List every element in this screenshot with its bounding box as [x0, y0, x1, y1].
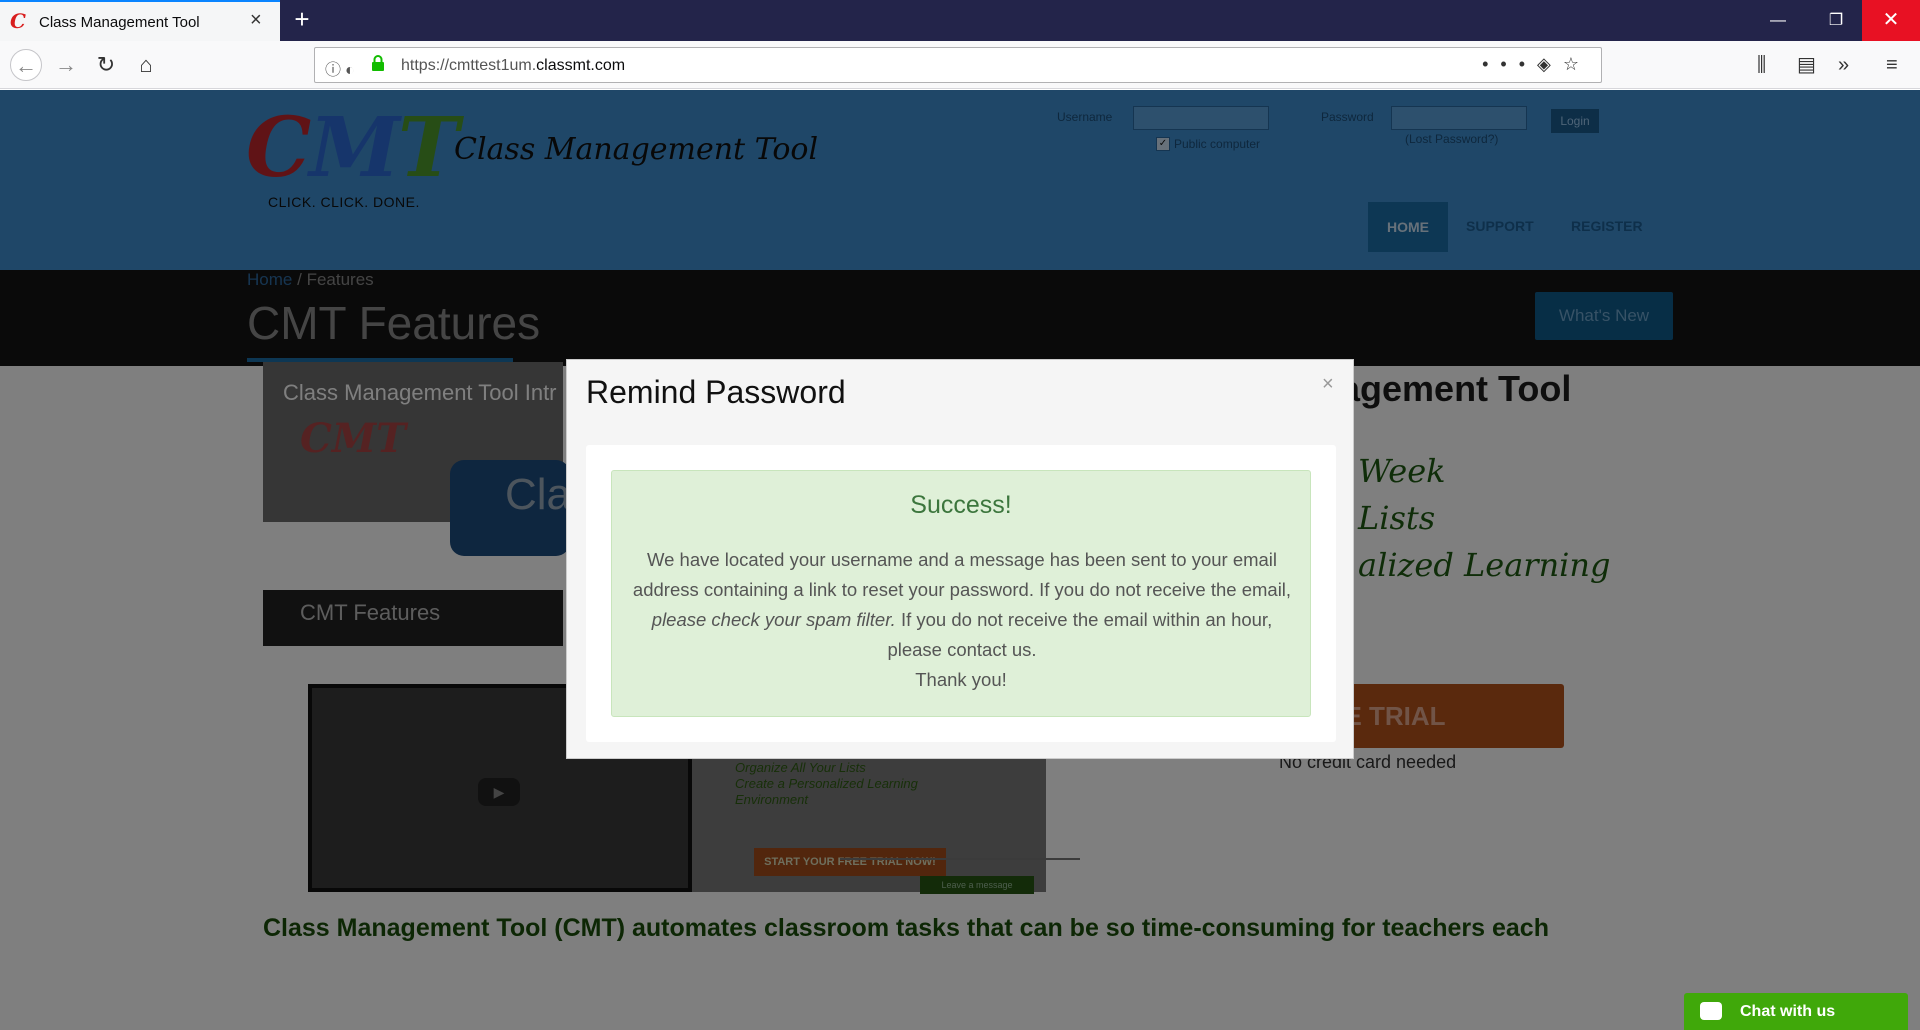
browser-titlebar: C Class Management Tool × + — ❐ ✕ — [0, 0, 1920, 41]
back-icon[interactable]: ← — [10, 49, 42, 81]
tab-close-icon[interactable]: × — [250, 10, 262, 30]
site-info-icon[interactable]: ⓘ◐ — [325, 56, 359, 80]
chat-bubble-icon — [1700, 1002, 1722, 1020]
new-tab-button[interactable]: + — [288, 6, 316, 34]
overflow-chevron-icon[interactable]: » — [1838, 53, 1849, 77]
window-close-button[interactable]: ✕ — [1862, 0, 1920, 41]
tab-title: Class Management Tool — [39, 14, 200, 31]
window-minimize-button[interactable]: — — [1749, 0, 1807, 41]
alert-thanks: Thank you! — [915, 669, 1007, 690]
modal-title: Remind Password — [586, 374, 846, 410]
hamburger-menu-icon[interactable]: ≡ — [1886, 53, 1898, 77]
spam-filter-note: please check your spam filter. — [651, 609, 896, 630]
chat-widget[interactable]: Chat with us — [1684, 993, 1908, 1030]
chat-label: Chat with us — [1740, 1003, 1836, 1020]
window-restore-button[interactable]: ❐ — [1807, 0, 1865, 41]
forward-icon[interactable]: → — [50, 49, 82, 81]
modal-body: Success! We have located your username a… — [586, 445, 1336, 742]
lock-icon — [372, 55, 384, 71]
alert-heading: Success! — [910, 491, 1012, 519]
browser-toolbar: ← → ↻ ⌂ ⓘ◐ https://cmttest1um.classmt.co… — [0, 41, 1920, 89]
page-actions: •••◈☆ — [1482, 54, 1591, 75]
reload-icon[interactable]: ↻ — [90, 49, 122, 81]
favicon-icon: C — [10, 9, 26, 33]
remind-password-modal: Remind Password × Success! We have locat… — [566, 359, 1354, 759]
home-icon[interactable]: ⌂ — [130, 49, 162, 81]
close-icon[interactable]: × — [1322, 374, 1334, 394]
pocket-icon[interactable]: ◈ — [1537, 54, 1563, 74]
sidebar-icon[interactable]: ▤ — [1797, 53, 1816, 77]
url-bar[interactable]: ⓘ◐ https://cmttest1um.classmt.com •••◈☆ — [314, 47, 1602, 83]
bookmark-star-icon[interactable]: ☆ — [1563, 54, 1591, 74]
library-icon[interactable]: ⫼ — [1757, 53, 1766, 77]
url-text[interactable]: https://cmttest1um.classmt.com — [401, 57, 625, 75]
browser-tab[interactable]: C Class Management Tool × — [0, 0, 280, 41]
alert-message: We have located your username and a mess… — [632, 549, 1292, 660]
success-alert: Success! We have located your username a… — [611, 470, 1311, 717]
more-actions-icon[interactable]: ••• — [1482, 54, 1537, 74]
